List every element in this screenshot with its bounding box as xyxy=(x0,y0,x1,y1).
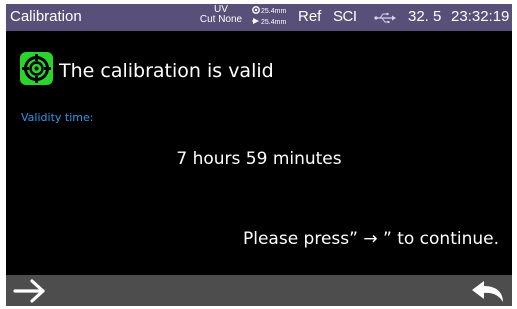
back-button[interactable] xyxy=(466,275,510,306)
device-screen: Calibration UV Cut None 25.4mm 25.4mm Re… xyxy=(6,4,512,306)
circle-dot-icon xyxy=(252,6,260,14)
length-value-2: 25.4mm xyxy=(261,19,287,26)
mode-indicator: UV Cut None xyxy=(198,5,244,25)
clock: 23:32:19 xyxy=(451,8,510,25)
ref-indicator: Ref xyxy=(298,8,322,25)
validity-time-label: Validity time: xyxy=(21,111,94,124)
return-arrow-icon xyxy=(472,280,503,302)
mode-line-2: Cut None xyxy=(199,14,243,25)
fiber-length-indicator: 25.4mm 25.4mm xyxy=(252,6,286,28)
calibration-status-message: The calibration is valid xyxy=(59,60,274,82)
arrow-head-icon xyxy=(252,18,259,24)
screen-title: Calibration xyxy=(10,8,82,25)
temperature-readout: 32. 5 xyxy=(408,8,442,25)
length-row-1: 25.4mm xyxy=(252,6,286,17)
usb-icon xyxy=(374,11,396,29)
validity-time-value: 7 hours 59 minutes xyxy=(176,149,342,169)
status-bar: Calibration UV Cut None 25.4mm 25.4mm Re… xyxy=(6,4,512,31)
continue-instruction: Please press” → ” to continue. xyxy=(242,229,499,249)
sci-indicator: SCI xyxy=(333,8,357,25)
next-button[interactable] xyxy=(8,275,52,306)
calibration-target-icon xyxy=(20,52,53,85)
arrow-right-icon xyxy=(13,278,45,303)
bottom-toolbar xyxy=(6,275,512,306)
length-row-2: 25.4mm xyxy=(252,17,286,28)
length-value-1: 25.4mm xyxy=(261,8,287,15)
